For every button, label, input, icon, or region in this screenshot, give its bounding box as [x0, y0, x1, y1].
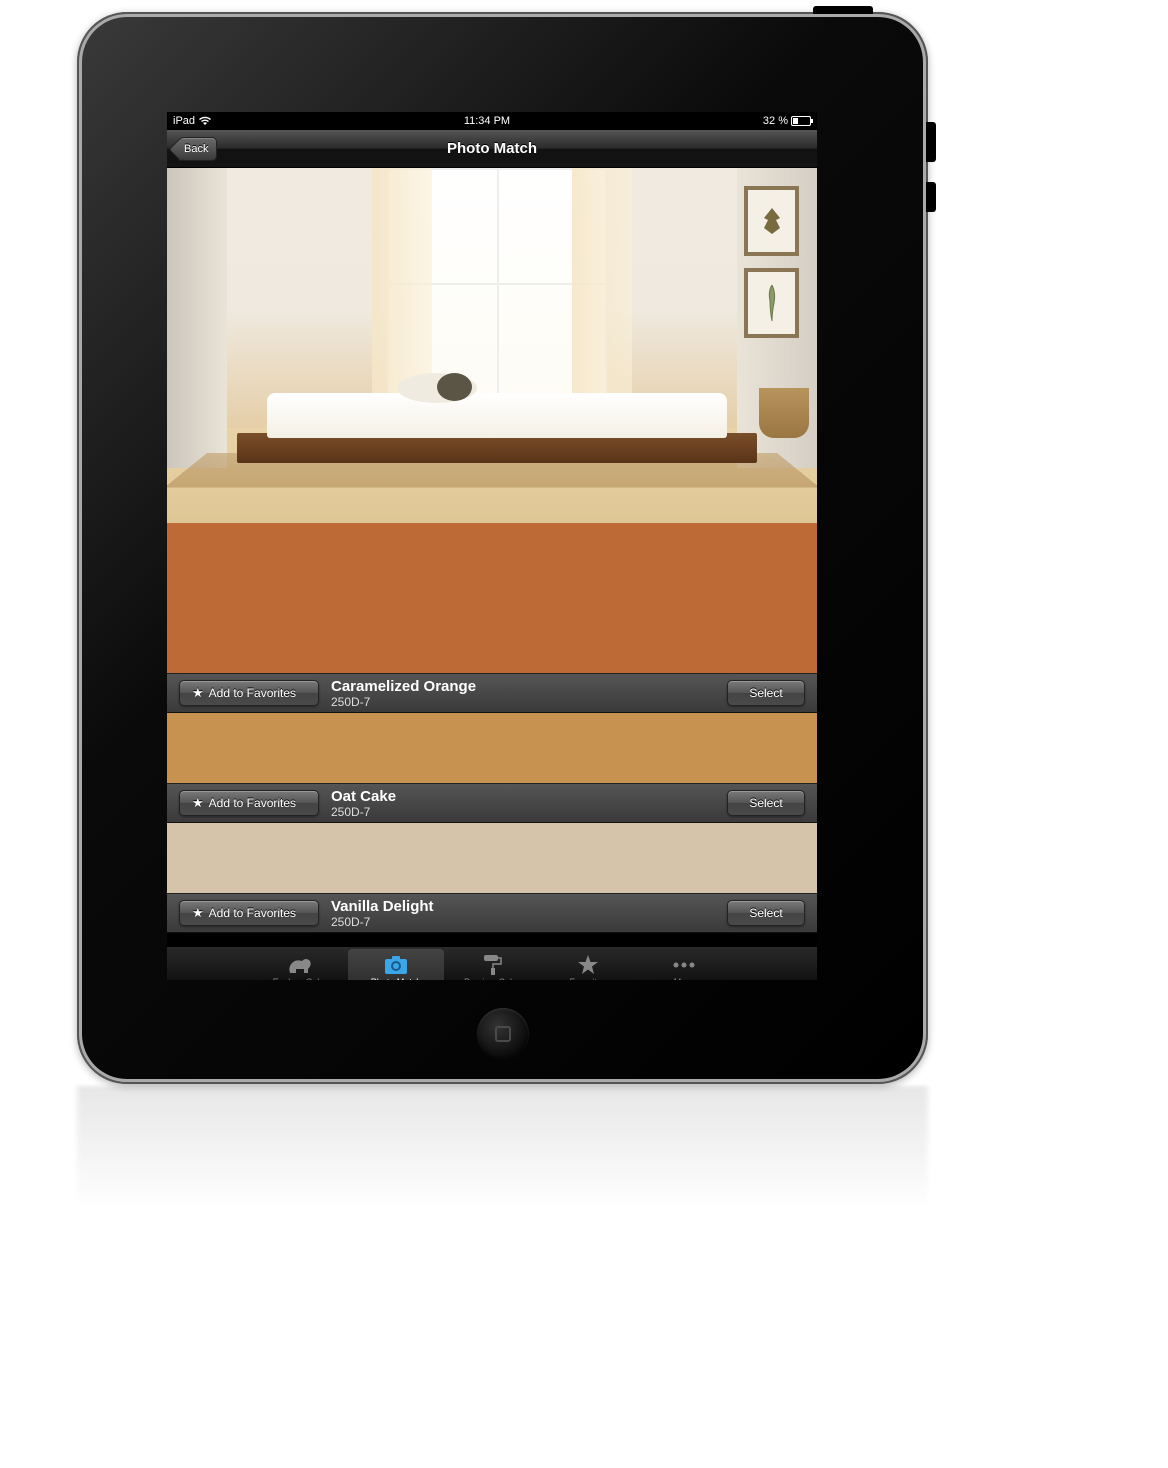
color-name: Caramelized Orange [331, 678, 715, 695]
color-info: Oat Cake 250D-7 [331, 788, 715, 819]
select-button[interactable]: Select [727, 680, 805, 706]
color-row: ★ Add to Favorites Vanilla Delight 250D-… [167, 893, 817, 933]
select-button[interactable]: Select [727, 900, 805, 926]
tab-more[interactable]: More [636, 949, 732, 980]
volume-button [926, 122, 936, 162]
select-label: Select [749, 796, 782, 810]
add-favorite-button[interactable]: ★ Add to Favorites [179, 790, 319, 816]
ipad-device-frame: iPad 11:34 PM 32 % Back Photo Match [77, 12, 928, 1084]
more-icon [672, 954, 696, 976]
tab-explore-color[interactable]: Explore Color [252, 949, 348, 980]
color-info: Caramelized Orange 250D-7 [331, 678, 715, 709]
matched-photo[interactable] [167, 168, 817, 523]
camera-icon [384, 954, 408, 976]
device-label: iPad [173, 115, 195, 127]
color-row: ★ Add to Favorites Caramelized Orange 25… [167, 673, 817, 713]
select-label: Select [749, 686, 782, 700]
select-button[interactable]: Select [727, 790, 805, 816]
bear-icon [286, 954, 314, 976]
tab-label: More [674, 977, 695, 980]
star-icon: ★ [192, 905, 204, 921]
tab-label: Photo Match [371, 977, 422, 980]
status-bar: iPad 11:34 PM 32 % [167, 112, 817, 130]
color-name: Oat Cake [331, 788, 715, 805]
screen: iPad 11:34 PM 32 % Back Photo Match [167, 112, 817, 980]
back-button[interactable]: Back [179, 137, 217, 161]
reflection [77, 1086, 928, 1296]
battery-percent: 32 % [763, 115, 788, 127]
color-row: ★ Add to Favorites Oat Cake 250D-7 Selec… [167, 783, 817, 823]
power-button [813, 6, 873, 14]
select-label: Select [749, 906, 782, 920]
roller-icon [482, 954, 502, 976]
tab-favorites[interactable]: Favorites [540, 949, 636, 980]
color-code: 250D-7 [331, 805, 715, 819]
star-icon: ★ [192, 685, 204, 701]
wifi-icon [199, 116, 211, 126]
tab-preview-color[interactable]: Preview Color [444, 949, 540, 980]
home-icon [495, 1026, 511, 1042]
tab-label: Preview Color [464, 977, 520, 980]
star-icon: ★ [192, 795, 204, 811]
color-info: Vanilla Delight 250D-7 [331, 898, 715, 929]
page-title: Photo Match [447, 140, 537, 157]
tab-label: Favorites [569, 977, 606, 980]
color-swatch[interactable] [167, 823, 817, 893]
favorite-label: Add to Favorites [209, 906, 296, 920]
home-button[interactable] [477, 1008, 529, 1060]
tab-label: Explore Color [273, 977, 328, 980]
tab-bar: Explore Color Photo Match Preview Color … [167, 946, 817, 980]
favorite-label: Add to Favorites [209, 686, 296, 700]
color-name: Vanilla Delight [331, 898, 715, 915]
clock: 11:34 PM [464, 115, 510, 127]
volume-button [926, 182, 936, 212]
tab-photo-match[interactable]: Photo Match [348, 949, 444, 980]
content: ★ Add to Favorites Caramelized Orange 25… [167, 168, 817, 946]
back-button-label: Back [184, 143, 208, 155]
star-icon [577, 954, 599, 976]
add-favorite-button[interactable]: ★ Add to Favorites [179, 900, 319, 926]
color-swatch[interactable] [167, 713, 817, 783]
color-swatch[interactable] [167, 523, 817, 673]
nav-bar: Back Photo Match [167, 130, 817, 168]
battery-icon [791, 116, 811, 126]
add-favorite-button[interactable]: ★ Add to Favorites [179, 680, 319, 706]
color-code: 250D-7 [331, 695, 715, 709]
favorite-label: Add to Favorites [209, 796, 296, 810]
color-code: 250D-7 [331, 915, 715, 929]
